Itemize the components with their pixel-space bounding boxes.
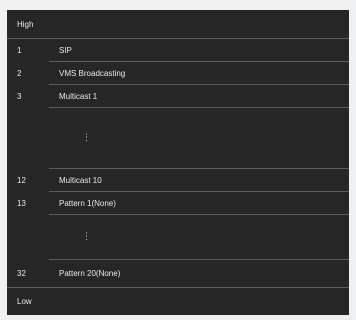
item-index: 3 — [17, 91, 22, 101]
vertical-ellipsis-icon: ⋮ — [82, 132, 91, 142]
list-item: 13 Pattern 1(None) — [7, 192, 349, 214]
list-item: 3 Multicast 1 — [7, 85, 349, 107]
item-name: Multicast 1 — [59, 91, 98, 101]
item-name: VMS Broadcasting — [59, 68, 126, 78]
item-index: 13 — [17, 198, 26, 208]
item-index: 32 — [17, 269, 26, 278]
priority-high-row: High — [7, 10, 349, 38]
list-gap: ⋮ — [7, 108, 349, 168]
priority-low-label: Low — [17, 297, 32, 306]
priority-list-panel: High 1 SIP 2 VMS Broadcasting 3 Multicas… — [7, 10, 349, 315]
list-gap: ⋮ — [7, 215, 349, 259]
list-item: 2 VMS Broadcasting — [7, 62, 349, 84]
item-name: Multicast 10 — [59, 175, 102, 185]
item-index: 12 — [17, 175, 26, 185]
list-item: 12 Multicast 10 — [7, 169, 349, 191]
item-name: Pattern 20(None) — [59, 269, 121, 278]
vertical-ellipsis-icon: ⋮ — [82, 231, 91, 241]
item-name: SIP — [59, 45, 72, 55]
item-index: 1 — [17, 45, 22, 55]
priority-high-label: High — [17, 19, 34, 29]
list-item: 32 Pattern 20(None) — [7, 260, 349, 287]
item-name: Pattern 1(None) — [59, 198, 116, 208]
list-item: 1 SIP — [7, 39, 349, 61]
item-index: 2 — [17, 68, 22, 78]
priority-low-row: Low — [7, 288, 349, 315]
